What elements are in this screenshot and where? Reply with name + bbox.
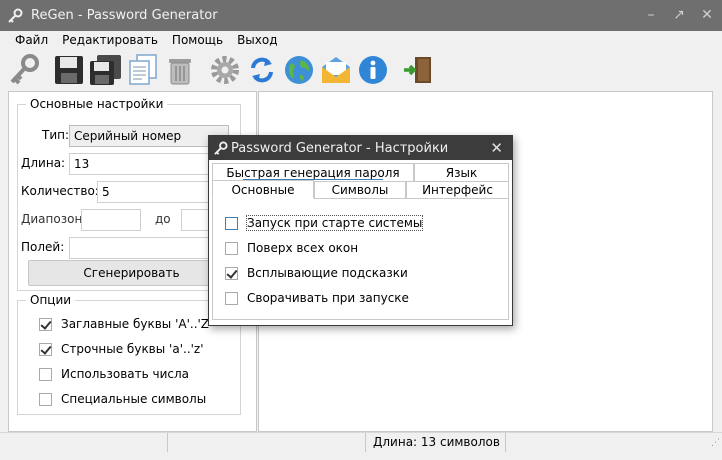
dlg-option-tooltips[interactable]: Всплывающие подсказки xyxy=(225,266,408,280)
save-all-button[interactable] xyxy=(88,52,124,88)
tab-interface[interactable]: Интерфейс xyxy=(406,181,509,199)
tab-language-label: Язык xyxy=(445,165,478,180)
tab-interface-label: Интерфейс xyxy=(422,183,493,197)
main-settings-legend: Основные настройки xyxy=(26,97,168,111)
settings-button[interactable] xyxy=(207,52,243,88)
menu-exit[interactable]: Выход xyxy=(237,31,277,49)
trash-icon xyxy=(169,59,191,85)
close-button[interactable]: ✕ xyxy=(698,4,716,26)
key-icon xyxy=(7,8,29,24)
info-icon xyxy=(359,56,387,84)
key-icon xyxy=(10,54,39,85)
refresh-icon xyxy=(251,57,273,83)
range-to-label: до xyxy=(155,212,171,226)
save-all-icon xyxy=(90,55,121,85)
option-special-label: Специальные символы xyxy=(61,392,207,406)
dialog-title: Password Generator - Настройки xyxy=(231,140,449,156)
settings-gear-icon xyxy=(211,56,239,84)
resize-grip-icon[interactable]: ⋰ xyxy=(711,438,720,448)
option-numbers[interactable]: Использовать числа xyxy=(39,367,189,381)
option-special-checkbox[interactable] xyxy=(39,392,52,406)
count-label: Количество: xyxy=(21,184,99,198)
mail-button[interactable] xyxy=(318,52,354,88)
dlg-option-always-on-top-checkbox[interactable] xyxy=(225,241,238,255)
tab-symbols-label: Символы xyxy=(331,183,389,197)
menu-file[interactable]: Файл xyxy=(15,31,48,49)
refresh-button[interactable] xyxy=(244,52,280,88)
option-lowercase-label: Строчные буквы 'a'..'z' xyxy=(61,342,204,356)
tab-quick-generation-label: Быстрая генерация пароля xyxy=(226,165,400,180)
dlg-option-tooltips-checkbox[interactable] xyxy=(225,266,238,280)
dlg-option-autostart[interactable]: Запуск при старте системы xyxy=(225,215,424,231)
option-lowercase-checkbox[interactable] xyxy=(39,342,52,356)
status-bar: Длина: 13 символов ⋰ xyxy=(0,432,722,452)
fields-label: Полей: xyxy=(21,240,65,254)
option-numbers-checkbox[interactable] xyxy=(39,367,52,381)
settings-dialog: Password Generator - Настройки ✕ Быстрая… xyxy=(208,135,513,326)
app-window: ReGen - Password Generator – ↗ ✕ Файл Ре… xyxy=(0,0,722,460)
dlg-option-minimize-on-start-label: Сворачивать при запуске xyxy=(247,291,409,305)
range-label: Диапозон: xyxy=(21,212,87,226)
maximize-button[interactable]: ↗ xyxy=(670,4,688,26)
dlg-option-always-on-top[interactable]: Поверх всех окон xyxy=(225,241,358,255)
range-from-input[interactable] xyxy=(81,209,141,231)
dlg-option-tooltips-label: Всплывающие подсказки xyxy=(247,266,408,280)
option-special[interactable]: Специальные символы xyxy=(39,392,206,406)
generate-button[interactable]: Сгенерировать xyxy=(28,260,235,286)
save-icon xyxy=(55,56,83,84)
generate-key-button[interactable] xyxy=(6,52,42,88)
dlg-option-autostart-label: Запуск при старте системы xyxy=(245,215,424,231)
title-bar[interactable]: ReGen - Password Generator – ↗ ✕ xyxy=(0,0,722,31)
exit-door-icon xyxy=(404,57,431,83)
option-lowercase[interactable]: Строчные буквы 'a'..'z' xyxy=(39,342,204,356)
dialog-title-bar[interactable]: Password Generator - Настройки ✕ xyxy=(209,136,512,160)
window-title: ReGen - Password Generator xyxy=(31,8,218,23)
fields-input[interactable] xyxy=(69,237,229,259)
options-legend: Опции xyxy=(26,293,76,307)
dlg-option-minimize-on-start-checkbox[interactable] xyxy=(225,291,238,305)
tab-language[interactable]: Язык xyxy=(414,163,509,182)
dlg-option-always-on-top-label: Поверх всех окон xyxy=(247,241,359,255)
save-button[interactable] xyxy=(51,52,87,88)
option-numbers-label: Использовать числа xyxy=(61,367,190,381)
length-input[interactable]: 13 xyxy=(69,153,229,175)
type-select-value: Серийный номер xyxy=(74,129,182,143)
copy-icon xyxy=(129,54,157,85)
about-button[interactable] xyxy=(355,52,391,88)
menu-bar: Файл Редактировать Помощь Выход xyxy=(0,31,722,49)
menu-help[interactable]: Помощь xyxy=(172,31,223,49)
dialog-close-button[interactable]: ✕ xyxy=(490,139,503,157)
key-icon xyxy=(213,140,231,156)
general-tab-panel: Запуск при старте системы Поверх всех ок… xyxy=(212,198,509,320)
status-length-text: Длина: 13 символов xyxy=(373,435,500,449)
option-uppercase-label: Заглавные буквы 'A'..'Z' xyxy=(61,317,213,331)
tab-general[interactable]: Основные xyxy=(212,180,314,199)
option-uppercase-checkbox[interactable] xyxy=(39,317,52,331)
type-select[interactable]: Серийный номер xyxy=(69,125,229,147)
exit-button[interactable] xyxy=(400,52,436,88)
length-label: Длина: xyxy=(21,156,66,170)
dlg-option-minimize-on-start[interactable]: Сворачивать при запуске xyxy=(225,291,409,305)
website-button[interactable] xyxy=(281,52,317,88)
mail-icon xyxy=(322,57,350,83)
menu-edit[interactable]: Редактировать xyxy=(62,31,158,49)
type-label: Тип: xyxy=(42,128,70,142)
copy-button[interactable] xyxy=(125,52,161,88)
toolbar xyxy=(6,50,437,90)
dlg-option-autostart-checkbox[interactable] xyxy=(225,216,238,230)
tab-symbols[interactable]: Символы xyxy=(314,181,406,199)
globe-icon xyxy=(285,56,313,84)
option-uppercase[interactable]: Заглавные буквы 'A'..'Z' xyxy=(39,317,212,331)
tab-general-label: Основные xyxy=(231,182,295,197)
delete-button[interactable] xyxy=(162,52,198,88)
minimize-button[interactable]: – xyxy=(642,4,660,26)
